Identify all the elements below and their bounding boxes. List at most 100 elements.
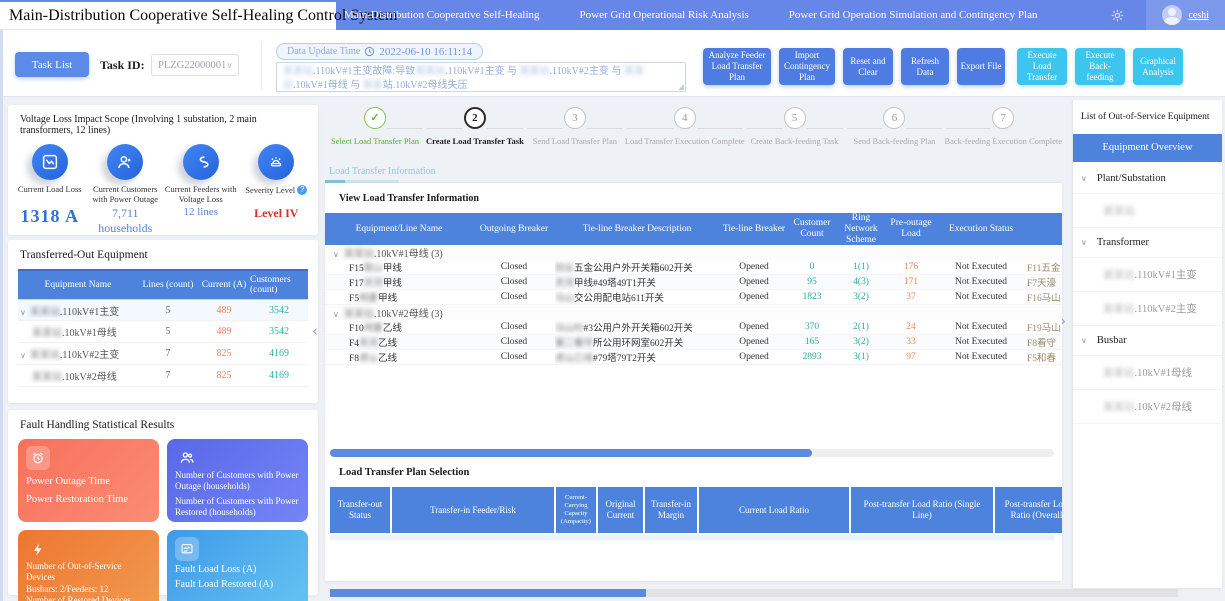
- step-send-back-feeding-plan: 6 Send Back-feeding Plan: [845, 107, 945, 161]
- lightning-icon: [26, 537, 50, 561]
- center-panel: ✓ Select Load Transfer Plan 2 Create Loa…: [325, 97, 1062, 601]
- tab-bar: Load Transfer Information: [325, 161, 1062, 183]
- fault-description-textarea[interactable]: 某某站.110kV#1主变故障:导致某某站.110kV#1主变 与 某某站.11…: [276, 62, 686, 92]
- page-horizontal-scrollbar[interactable]: [330, 589, 1178, 597]
- customers-outage-icon: [107, 144, 143, 180]
- tree-item-busbar-1[interactable]: 某某站.10kV#1母线: [1073, 356, 1222, 390]
- stat-customers-outage: Current Customers with Power Outage 7,71…: [88, 142, 164, 236]
- data-update-pill: Data Update Time 2022-06-10 16:11:14: [276, 43, 483, 60]
- scrollbar-thumb[interactable]: [330, 449, 812, 457]
- avatar: [1162, 5, 1182, 25]
- table-horizontal-scrollbar[interactable]: [330, 449, 1054, 457]
- caret-down-icon[interactable]: ∨: [333, 310, 339, 319]
- equipment-overview-button[interactable]: Equipment Overview: [1073, 134, 1222, 162]
- table-row[interactable]: F5网夏甲线 Closed 马山交公用配电站611开关 Opened 1823 …: [325, 290, 1062, 305]
- scrollbar-thumb[interactable]: [330, 589, 646, 597]
- customers-icon: [175, 446, 199, 470]
- table-row[interactable]: F4天河乙线 Closed 第二看守所公用环网室602开关 Opened 165…: [325, 335, 1062, 350]
- stat-feeders-voltage-loss: Current Feeders with Voltage Loss 12 lin…: [163, 142, 239, 236]
- table-row[interactable]: ∨某某站.110kV#2主变 7 825 4169: [18, 343, 308, 365]
- left-edge-strip: [0, 97, 3, 601]
- severity-icon: [258, 144, 294, 180]
- task-id-value: PLZG22000001: [158, 60, 226, 71]
- tree-category-substation[interactable]: ∨Plant/Substation: [1073, 164, 1222, 194]
- step-select-load-transfer-plan: ✓ Select Load Transfer Plan: [325, 107, 425, 161]
- chevron-down-icon: ∨: [226, 60, 233, 71]
- data-update-time: 2022-06-10 16:11:14: [379, 46, 472, 58]
- task-id-select[interactable]: PLZG22000001 ∨: [151, 54, 239, 76]
- task-list-button[interactable]: Task List: [15, 52, 89, 77]
- bus2-group-row[interactable]: ∨某某站.10kV#2母线 (3): [325, 305, 1062, 320]
- load-loss-icon: [32, 144, 68, 180]
- bus1-group-row[interactable]: ∨某某站.10kV#1母线 (3): [325, 245, 1062, 260]
- customers-outage-value: 7,711 households: [88, 206, 164, 236]
- voltage-loss-impact-panel: Voltage Loss Impact Scope (Involving 1 s…: [8, 105, 318, 235]
- step-create-back-feeding-task: 5 Create Back-feeding Task: [745, 107, 845, 161]
- analyze-feeder-plan-button[interactable]: Analyze Feeder Load Transfer Plan: [703, 48, 771, 85]
- caret-down-icon[interactable]: ∨: [20, 308, 26, 317]
- nav-item-simulation[interactable]: Power Grid Operation Simulation and Cont…: [789, 9, 1038, 21]
- load-loss-value: 1318 A: [12, 206, 88, 227]
- customers-outage-card: Number of Customers with Power Outage (h…: [167, 439, 308, 522]
- tree-item-substation[interactable]: 某某站: [1073, 194, 1222, 228]
- fault-stats-grid: Power Outage Time Power Restoration Time…: [8, 435, 318, 601]
- execute-load-transfer-button[interactable]: Execute Load Transfer: [1017, 48, 1067, 85]
- execute-back-feeding-button[interactable]: Execute Back-feeding: [1075, 48, 1125, 85]
- fault-load-card: Fault Load Loss (A) Fault Load Restored …: [167, 530, 308, 601]
- equipment-tree: ∨Plant/Substation 某某站 ∨Transformer 某某站.1…: [1073, 162, 1222, 426]
- equipment-list-title: List of Out-of-Service Equipment: [1073, 100, 1222, 134]
- table-row[interactable]: 某某站.10kV#1母线 5 489 3542: [18, 321, 308, 343]
- load-chart-icon: [175, 537, 199, 561]
- toolbar-divider: [261, 42, 262, 90]
- caret-down-icon: ∨: [1081, 336, 1087, 345]
- top-navigation-bar: Main-Distribution Cooperative Self-Heali…: [0, 0, 1225, 30]
- table-row[interactable]: F17天河甲线 Closed 天河甲线#49塔49T1开关 Opened 95 …: [325, 275, 1062, 290]
- impact-stats-row: Current Load Loss 1318 A Current Custome…: [8, 140, 318, 236]
- step-load-transfer-complete: 4 Load Transfer Execution Complete: [625, 107, 745, 161]
- transferred-out-table: Equipment Name Lines (count) Current (A)…: [18, 269, 308, 387]
- table-row[interactable]: F8虎山乙线 Closed 虎山乙线#79塔79T2开关 Opened 2893…: [325, 350, 1062, 365]
- export-file-button[interactable]: Export File: [957, 48, 1005, 85]
- stat-current-load-loss: Current Load Loss 1318 A: [12, 142, 88, 236]
- out-of-service-equipment-panel: List of Out-of-Service Equipment Equipme…: [1072, 100, 1222, 588]
- caret-down-icon: ∨: [1081, 238, 1087, 247]
- table-row[interactable]: F10网夏乙线 Closed 马山村#3公用户外开关箱602开关 Opened …: [325, 320, 1062, 335]
- tab-load-transfer-information[interactable]: Load Transfer Information: [325, 164, 440, 179]
- caret-down-icon[interactable]: ∨: [333, 250, 339, 259]
- reset-clear-button[interactable]: Reset and Clear: [843, 48, 893, 85]
- task-id-label: Task ID:: [100, 58, 145, 73]
- graphical-analysis-button[interactable]: Graphical Analysis: [1133, 48, 1183, 85]
- step-create-load-transfer-task: 2 Create Load Transfer Task: [425, 107, 525, 161]
- workflow-stepper: ✓ Select Load Transfer Plan 2 Create Loa…: [325, 97, 1062, 161]
- tree-category-busbar[interactable]: ∨Busbar: [1073, 326, 1222, 356]
- transferred-out-table-header: Equipment Name Lines (count) Current (A)…: [18, 269, 308, 299]
- help-icon[interactable]: ?: [297, 185, 307, 195]
- severity-level-value: Level IV: [239, 206, 315, 221]
- user-menu[interactable]: ceshi: [1146, 0, 1225, 30]
- refresh-data-button[interactable]: Refresh Data: [901, 48, 949, 85]
- stat-severity-level: Severity Level ? Level IV: [239, 142, 315, 236]
- plan-empty-band: [330, 535, 1054, 540]
- alarm-clock-icon: [26, 446, 50, 470]
- nav-item-risk-analysis[interactable]: Power Grid Operational Risk Analysis: [580, 9, 749, 21]
- table-row[interactable]: F15联山甲线 Closed 创业五金公用户外开关箱602开关 Opened 0…: [325, 260, 1062, 275]
- nav-item-self-healing[interactable]: Main-Distribution Cooperative Self-Heali…: [344, 9, 540, 21]
- collapse-left-panel-arrow[interactable]: ‹: [312, 322, 318, 340]
- tree-category-transformer[interactable]: ∨Transformer: [1073, 228, 1222, 258]
- caret-down-icon[interactable]: ∨: [20, 351, 26, 360]
- data-update-label: Data Update Time: [287, 46, 360, 57]
- tree-item-transformer-1[interactable]: 某某站.110kV#1主变: [1073, 258, 1222, 292]
- transferred-out-title: Transferred-Out Equipment: [8, 240, 318, 265]
- import-contingency-plan-button[interactable]: Import Contingency Plan: [779, 48, 835, 85]
- table-row[interactable]: ∨某某站.110kV#1主变 5 489 3542: [18, 299, 308, 321]
- tree-item-busbar-2[interactable]: 某某站.10kV#2母线: [1073, 390, 1222, 424]
- out-of-service-devices-card: Number of Out-of-Service Devices Busbars…: [18, 530, 159, 601]
- load-transfer-card: View Load Transfer Information Equipment…: [325, 183, 1062, 581]
- fault-handling-stats-panel: Fault Handling Statistical Results Power…: [8, 410, 318, 595]
- tree-item-transformer-2[interactable]: 某某站.110kV#2主变: [1073, 292, 1222, 326]
- transferred-out-equipment-panel: Transferred-Out Equipment Equipment Name…: [8, 240, 318, 403]
- gear-icon[interactable]: [1111, 9, 1124, 22]
- toolbar: Task List Task ID: PLZG22000001 ∨ Data U…: [0, 30, 1225, 97]
- username: ceshi: [1188, 10, 1209, 21]
- table-row[interactable]: 某某站.10kV#2母线 7 825 4169: [18, 365, 308, 387]
